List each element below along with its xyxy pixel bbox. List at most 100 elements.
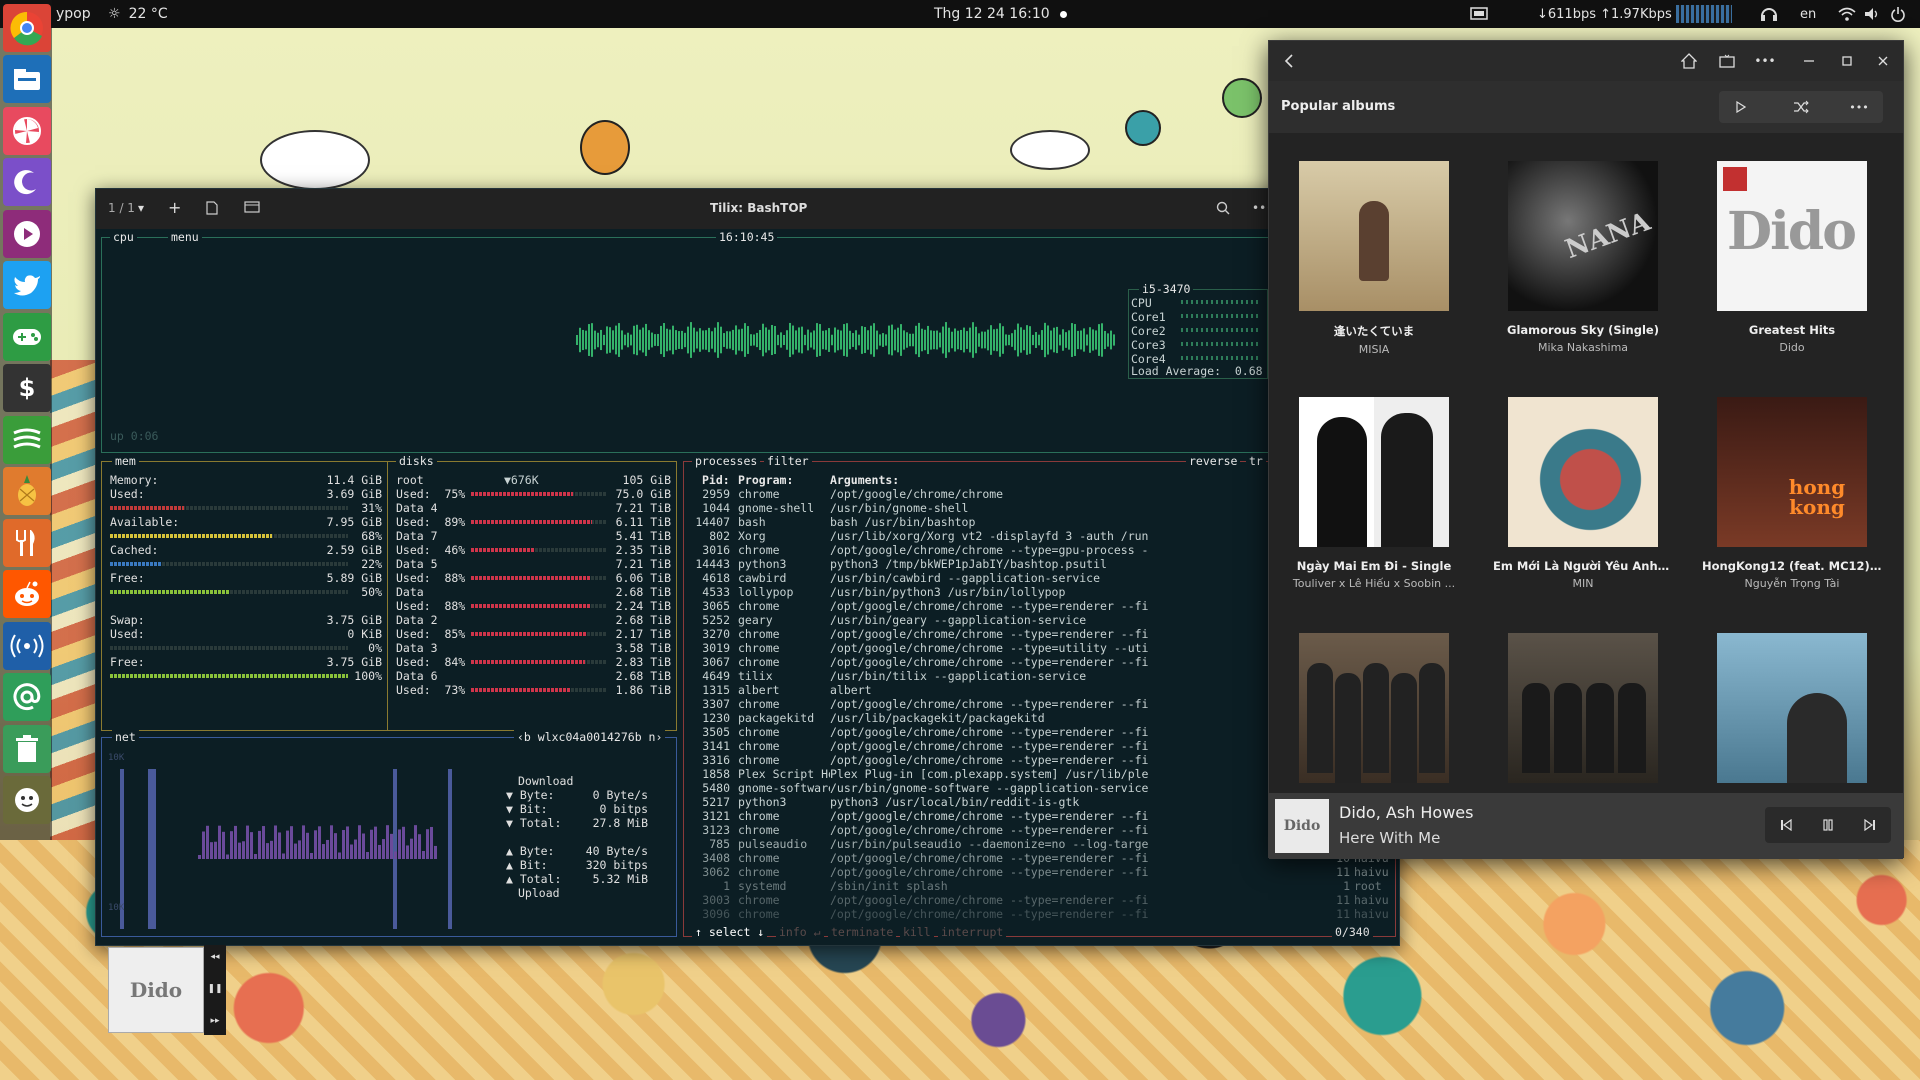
clock[interactable]: Thg 12 24 16:10 [934,0,1067,28]
album-card[interactable]: 逢いたくていま MISIA [1299,161,1449,356]
more-options-button[interactable]: ••• [1837,91,1881,123]
proc-header-arguments[interactable]: Arguments: [830,473,899,487]
proc-header-pid[interactable]: Pid: [702,473,730,487]
info-button[interactable]: info ↵ [776,925,824,939]
maximize-icon[interactable] [1835,49,1859,73]
mini-next-icon[interactable]: ▸▸ [204,1011,226,1031]
home-icon[interactable] [1677,49,1701,73]
cpu-graph-bar [954,328,956,352]
album-cover[interactable] [1508,633,1658,783]
mini-pause-icon[interactable]: ❚❚ [204,979,226,999]
headset-icon[interactable] [1760,0,1778,28]
add-terminal-plus-icon[interactable]: + [168,198,181,217]
mini-previous-icon[interactable]: ◂◂ [204,947,226,967]
reddit-icon[interactable] [3,570,51,618]
fork-knife-icon[interactable] [3,519,51,567]
overflow-menu-icon[interactable]: ••• [1753,49,1777,73]
proc-header-program[interactable]: Program: [738,473,793,487]
cpu-graph-bar [747,326,749,354]
sidebar-toggle-icon[interactable] [244,201,260,216]
mini-player-widget[interactable]: Dido ◂◂ ❚❚ ▸▸ [100,945,250,1035]
wifi-wave-icon[interactable] [3,416,51,464]
interrupt-button[interactable]: interrupt [938,925,1007,939]
mini-player-cover[interactable]: Dido [108,947,204,1033]
twitter-icon[interactable] [3,261,51,309]
at-icon[interactable] [3,673,51,721]
language-indicator[interactable]: en [1800,0,1816,28]
broadcast-icon[interactable] [3,622,51,670]
table-row[interactable]: 1 systemd/sbin/init splash 1 root [692,879,1392,893]
reverse-button[interactable]: reverse [1186,454,1241,468]
album-card[interactable]: NANA Glamorous Sky (Single) Mika Nakashima [1507,161,1659,354]
select-button[interactable]: ↑ select ↓ [692,925,768,939]
album-cover[interactable] [1299,161,1449,311]
proc-program: chrome [738,627,780,641]
album-card[interactable] [1508,633,1658,799]
next-track-icon[interactable] [1849,807,1891,843]
net-graph-bar [306,832,309,859]
mem-row-value: 50% [361,585,382,599]
album-card[interactable]: hong kong HongKong12 (feat. MC12)... Nguyễ… [1702,397,1882,590]
new-file-icon[interactable] [206,201,218,218]
table-row[interactable]: 3003 chrome/opt/google/chrome/chrome --ty… [692,893,1392,907]
now-playing-bar[interactable]: Dido Dido, Ash Howes Here With Me [1269,793,1903,859]
dollar-icon[interactable]: $ [3,364,51,412]
table-row[interactable]: 3062 chrome/opt/google/chrome/chrome --ty… [692,865,1392,879]
close-icon[interactable] [1871,49,1895,73]
screen-icon[interactable] [1470,0,1488,28]
album-cover[interactable] [1717,633,1867,783]
previous-track-icon[interactable] [1765,807,1807,843]
search-icon[interactable] [1216,201,1230,218]
filter-button[interactable]: filter [764,454,812,468]
volume-icon[interactable] [1864,0,1880,28]
album-cover[interactable] [1508,397,1658,547]
session-dropdown-chevron-icon[interactable]: ▾ [138,201,144,215]
back-chevron-icon[interactable] [1279,51,1299,71]
power-icon[interactable] [1890,0,1906,28]
gamepad-icon[interactable] [3,313,51,361]
net-label: net [112,730,139,744]
play-icon[interactable] [3,210,51,258]
album-cover[interactable] [1299,633,1449,783]
proc-pid: 5217 [702,795,730,809]
system-monitor-graph-icon[interactable] [1676,0,1732,28]
mini-player-icon[interactable] [1715,49,1739,73]
weather-indicator[interactable]: ☼ 22 °C [108,0,168,28]
cpu-graph-bar [951,331,953,349]
tree-button[interactable]: tr [1246,454,1266,468]
album-cover[interactable]: hong kong [1717,397,1867,547]
disk-row-key: Data 4 [396,501,438,515]
files-icon[interactable] [3,55,51,103]
play-all-button[interactable] [1719,91,1763,123]
chrome-icon[interactable] [3,4,51,52]
shuffle-button[interactable] [1777,91,1825,123]
proc-pid: 4618 [702,571,730,585]
minimize-icon[interactable] [1797,49,1821,73]
proc-pid: 3096 [702,907,730,921]
moon-icon[interactable] [3,158,51,206]
pinwheel-icon[interactable] [3,107,51,155]
album-card[interactable] [1717,633,1867,799]
album-card[interactable] [1299,633,1449,799]
net-interface[interactable]: ‹b wlxc04a0014276b n› [514,730,666,744]
net-speed[interactable]: ↓611bps ↑1.97Kbps [1537,0,1672,28]
album-card[interactable]: Dido Greatest Hits Dido [1717,161,1867,354]
app-name[interactable]: ypop [56,0,91,28]
kill-button[interactable]: kill [900,925,934,939]
face-icon[interactable] [3,776,51,824]
pineapple-icon[interactable] [3,467,51,515]
album-cover[interactable]: NANA [1508,161,1658,311]
wifi-icon[interactable] [1838,0,1856,28]
disk-row-key: Used: 85% [396,627,466,641]
menu-label[interactable]: menu [168,230,202,244]
album-cover[interactable] [1299,397,1449,547]
terminate-button[interactable]: terminate [828,925,897,939]
album-card[interactable]: Em Mới Là Người Yêu Anh ... MIN [1493,397,1673,590]
pause-icon[interactable] [1807,807,1849,843]
trash-icon[interactable] [3,725,51,773]
album-card[interactable]: Ngày Mai Em Đi - Single Touliver x Lê Hiế… [1293,397,1455,590]
table-row[interactable]: 3096 chrome/opt/google/chrome/chrome --ty… [692,907,1392,921]
session-counter[interactable]: 1 / 1 [108,201,135,215]
album-cover[interactable]: Dido [1717,161,1867,311]
now-playing-cover[interactable]: Dido [1275,799,1329,853]
